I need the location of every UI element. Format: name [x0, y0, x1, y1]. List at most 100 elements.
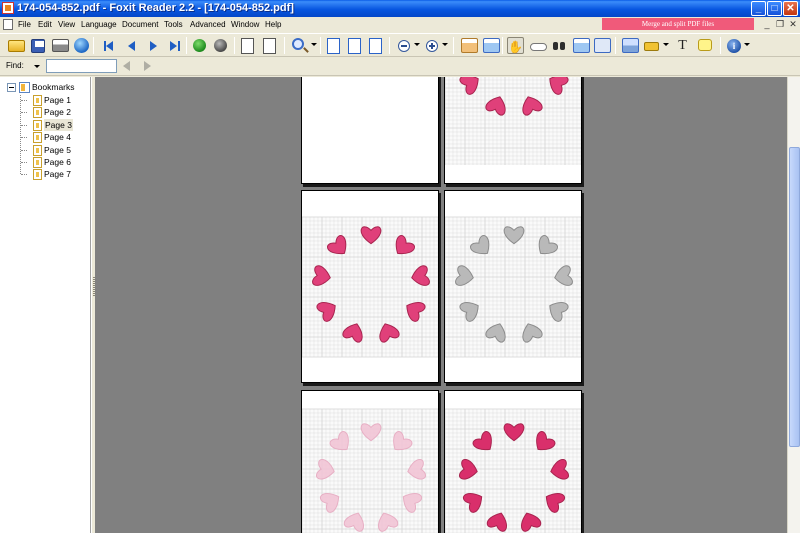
rotate-left-icon[interactable] — [241, 38, 254, 54]
menu-document[interactable]: Document — [122, 19, 158, 30]
print-icon[interactable] — [52, 39, 69, 52]
find-next-icon[interactable] — [142, 60, 154, 72]
toolbar-separator — [186, 37, 187, 54]
document-view[interactable] — [95, 77, 787, 533]
maximize-button[interactable]: □ — [767, 1, 782, 16]
document-icon[interactable] — [3, 19, 13, 30]
bookmark-page-icon — [33, 119, 42, 131]
first-page-icon[interactable] — [101, 37, 118, 54]
previous-page-icon[interactable] — [123, 37, 140, 54]
open-icon[interactable] — [8, 40, 25, 52]
next-page-icon[interactable] — [145, 37, 162, 54]
menu-view[interactable]: View — [58, 19, 75, 30]
find-label: Find: — [6, 61, 24, 70]
foxit-app-icon[interactable] — [2, 2, 14, 14]
info-icon[interactable]: i — [727, 39, 741, 53]
bookmark-item[interactable]: Page 2 — [44, 106, 71, 118]
pdf-page-5[interactable] — [301, 390, 439, 533]
heart-wreath-pattern-pink-partial — [445, 77, 581, 165]
minimize-button[interactable]: _ — [751, 1, 766, 16]
find-previous-icon[interactable] — [121, 60, 133, 72]
bookmark-item[interactable]: Page 4 — [44, 131, 71, 143]
menu-edit[interactable]: Edit — [38, 19, 52, 30]
tree-line — [21, 112, 27, 114]
save-icon[interactable] — [31, 39, 45, 53]
web-icon[interactable] — [74, 38, 89, 53]
find-options-arrow-icon[interactable] — [34, 65, 40, 68]
zoom-dropdown-arrow-icon[interactable] — [311, 43, 317, 46]
zoom-in-dropdown-arrow-icon[interactable] — [442, 43, 448, 46]
bookmarks-root-label[interactable]: Bookmarks — [32, 81, 75, 93]
bookmark-page-icon — [33, 169, 42, 181]
menu-help[interactable]: Help — [265, 19, 281, 30]
document-close-button[interactable]: ✕ — [787, 18, 799, 30]
pen-icon[interactable] — [644, 42, 659, 51]
menu-file[interactable]: File — [18, 19, 31, 30]
bookmark-page-icon — [33, 107, 42, 119]
last-page-icon[interactable] — [165, 37, 182, 54]
scrollbar-thumb[interactable] — [789, 147, 800, 447]
rotate-right-icon[interactable] — [263, 38, 276, 54]
bookmark-item[interactable]: Page 7 — [44, 168, 71, 180]
zoom-in-icon[interactable] — [426, 40, 438, 52]
hand-tool-icon[interactable] — [507, 37, 524, 54]
fit-width-icon[interactable] — [369, 38, 382, 54]
zoom-icon[interactable] — [292, 38, 304, 50]
toolbar-separator — [453, 37, 454, 54]
pen-dropdown-arrow-icon[interactable] — [663, 43, 669, 46]
toolbar-separator — [234, 37, 235, 54]
zoom-out-dropdown-arrow-icon[interactable] — [414, 43, 420, 46]
note-icon[interactable] — [698, 39, 712, 51]
close-button[interactable]: ✕ — [783, 1, 798, 16]
fit-page-icon[interactable] — [348, 38, 361, 54]
ad-banner-text: Merge and split PDF files — [641, 20, 715, 28]
menu-bar: File Edit View Language Document Tools A… — [0, 17, 800, 32]
select-text-icon[interactable] — [530, 43, 547, 51]
go-back-icon[interactable] — [193, 39, 206, 52]
go-forward-icon[interactable] — [214, 39, 227, 52]
heart-wreath-pattern-dark-pink — [445, 408, 581, 533]
foxit-reader-window: 174-054-852.pdf - Foxit Reader 2.2 - [17… — [0, 0, 800, 533]
find-input[interactable] — [46, 59, 117, 73]
tree-line — [21, 149, 27, 151]
menu-window[interactable]: Window — [231, 19, 259, 30]
bookmark-item[interactable]: Page 6 — [44, 156, 71, 168]
pdf-page-4[interactable] — [444, 190, 582, 383]
single-page-icon[interactable] — [461, 38, 478, 53]
title-bar[interactable]: 174-054-852.pdf - Foxit Reader 2.2 - [17… — [0, 0, 800, 17]
bookmark-item[interactable]: Page 1 — [44, 94, 71, 106]
typewriter-icon[interactable] — [573, 38, 590, 53]
bookmark-item[interactable]: Page 5 — [44, 144, 71, 156]
toolbar-separator — [389, 37, 390, 54]
merge-split-ad-banner[interactable]: Merge and split PDF files — [602, 18, 754, 30]
zoom-out-icon[interactable] — [398, 40, 410, 52]
document-minimize-button[interactable]: _ — [761, 18, 773, 30]
document-scrollbar[interactable] — [787, 77, 800, 533]
document-restore-button[interactable]: ❐ — [774, 18, 786, 30]
menu-tools[interactable]: Tools — [164, 19, 183, 30]
window-title: 174-054-852.pdf - Foxit Reader 2.2 - [17… — [17, 2, 294, 14]
tree-line — [21, 162, 27, 163]
bookmark-page-icon — [33, 157, 42, 168]
highlight-icon[interactable] — [622, 38, 639, 53]
tree-line — [21, 124, 27, 126]
info-dropdown-arrow-icon[interactable] — [744, 43, 750, 46]
find-icon[interactable] — [551, 37, 568, 54]
continuous-icon[interactable] — [483, 38, 500, 53]
tree-line — [21, 100, 27, 101]
pdf-page-2[interactable] — [444, 77, 582, 184]
actual-size-icon[interactable] — [327, 38, 340, 54]
bookmark-item[interactable]: Page 3 — [44, 118, 73, 131]
toolbar-separator — [720, 37, 721, 54]
pdf-page-3[interactable] — [301, 190, 439, 383]
text-tool-icon[interactable]: T — [674, 37, 691, 54]
pdf-page-1[interactable] — [301, 77, 439, 184]
menu-advanced[interactable]: Advanced — [190, 19, 226, 30]
tree-line — [21, 137, 27, 139]
snapshot-icon[interactable] — [594, 38, 611, 53]
pdf-page-6[interactable] — [444, 390, 582, 533]
collapse-bookmarks-icon[interactable] — [7, 83, 16, 92]
menu-language[interactable]: Language — [81, 19, 117, 30]
bookmarks-root-icon — [19, 82, 30, 93]
tree-line — [21, 174, 27, 176]
